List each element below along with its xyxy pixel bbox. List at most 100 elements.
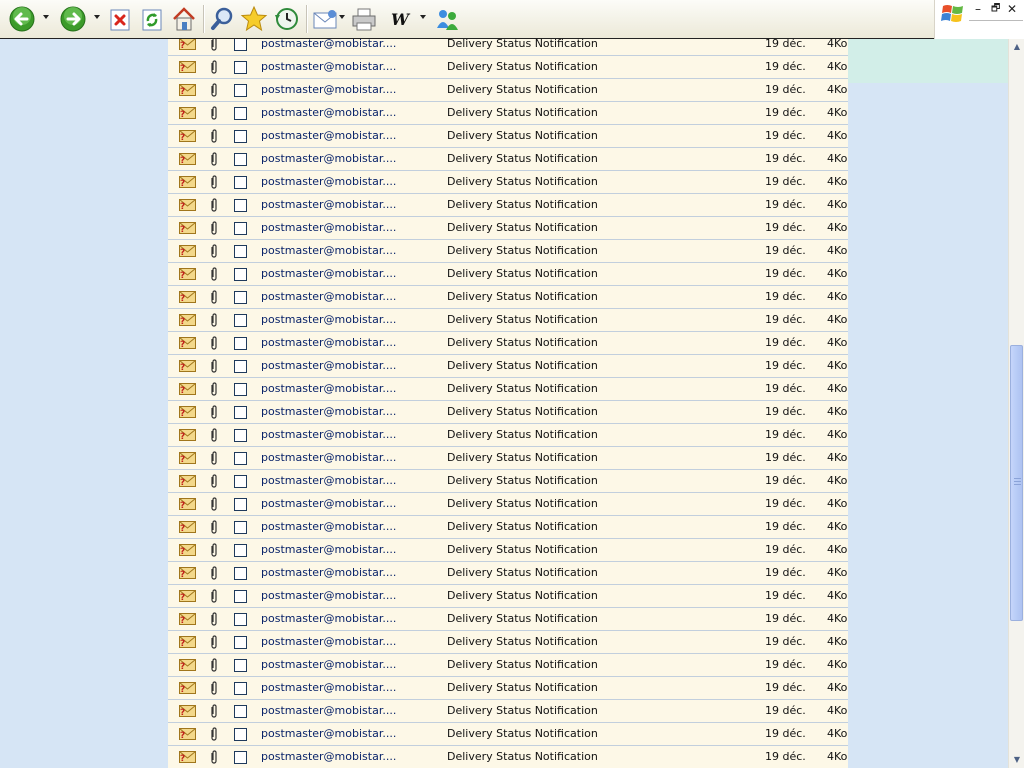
sender-link[interactable]: postmaster@mobistar.... [261,424,396,446]
favorites-button[interactable] [240,4,268,34]
stop-button[interactable] [108,4,132,34]
select-checkbox[interactable] [234,613,247,626]
back-button[interactable] [8,4,36,34]
restore-button[interactable]: 🗗 [991,2,1000,16]
sender-link[interactable]: postmaster@mobistar.... [261,447,396,469]
sender-link[interactable]: postmaster@mobistar.... [261,332,396,354]
message-row[interactable]: ? postmaster@mobistar.... Delivery Status … [168,654,848,677]
scrollbar-thumb[interactable] [1010,345,1023,621]
subject-link[interactable]: Delivery Status Notification [447,608,598,630]
sender-link[interactable]: postmaster@mobistar.... [261,746,396,768]
message-row[interactable]: ? postmaster@mobistar.... Delivery Status … [168,562,848,585]
message-row[interactable]: ? postmaster@mobistar.... Delivery Status … [168,424,848,447]
subject-link[interactable]: Delivery Status Notification [447,746,598,768]
message-row[interactable]: ? postmaster@mobistar.... Delivery Status … [168,148,848,171]
select-checkbox[interactable] [234,544,247,557]
select-checkbox[interactable] [234,61,247,74]
subject-link[interactable]: Delivery Status Notification [447,700,598,722]
subject-link[interactable]: Delivery Status Notification [447,171,598,193]
messenger-button[interactable] [433,4,461,34]
message-row[interactable]: ? postmaster@mobistar.... Delivery Status … [168,332,848,355]
select-checkbox[interactable] [234,268,247,281]
message-row[interactable]: ? postmaster@mobistar.... Delivery Status … [168,309,848,332]
mail-dropdown-icon[interactable] [339,15,345,19]
message-row[interactable]: ? postmaster@mobistar.... Delivery Status … [168,125,848,148]
sender-link[interactable]: postmaster@mobistar.... [261,355,396,377]
mail-button[interactable] [311,4,339,34]
select-checkbox[interactable] [234,498,247,511]
history-button[interactable] [272,4,300,34]
subject-link[interactable]: Delivery Status Notification [447,332,598,354]
subject-link[interactable]: Delivery Status Notification [447,263,598,285]
sender-link[interactable]: postmaster@mobistar.... [261,631,396,653]
subject-link[interactable]: Delivery Status Notification [447,355,598,377]
vertical-scrollbar[interactable]: ▲ ▼ [1008,39,1024,768]
select-checkbox[interactable] [234,705,247,718]
select-checkbox[interactable] [234,245,247,258]
select-checkbox[interactable] [234,107,247,120]
sender-link[interactable]: postmaster@mobistar.... [261,194,396,216]
subject-link[interactable]: Delivery Status Notification [447,447,598,469]
message-row[interactable]: ? postmaster@mobistar.... Delivery Status … [168,539,848,562]
back-dropdown-icon[interactable] [43,15,49,19]
select-checkbox[interactable] [234,429,247,442]
sender-link[interactable]: postmaster@mobistar.... [261,608,396,630]
subject-link[interactable]: Delivery Status Notification [447,79,598,101]
select-checkbox[interactable] [234,521,247,534]
subject-link[interactable]: Delivery Status Notification [447,654,598,676]
minimize-button[interactable]: – [975,2,981,16]
sender-link[interactable]: postmaster@mobistar.... [261,539,396,561]
subject-link[interactable]: Delivery Status Notification [447,102,598,124]
message-row[interactable]: ? postmaster@mobistar.... Delivery Status … [168,585,848,608]
subject-link[interactable]: Delivery Status Notification [447,286,598,308]
message-row[interactable]: ? postmaster@mobistar.... Delivery Status … [168,677,848,700]
edit-dropdown-icon[interactable] [420,15,426,19]
message-row[interactable]: ? postmaster@mobistar.... Delivery Status … [168,608,848,631]
select-checkbox[interactable] [234,751,247,764]
sender-link[interactable]: postmaster@mobistar.... [261,700,396,722]
subject-link[interactable]: Delivery Status Notification [447,631,598,653]
subject-link[interactable]: Delivery Status Notification [447,585,598,607]
message-row[interactable]: ? postmaster@mobistar.... Delivery Status … [168,631,848,654]
message-row[interactable]: ? postmaster@mobistar.... Delivery Status … [168,217,848,240]
message-row[interactable]: ? postmaster@mobistar.... Delivery Status … [168,171,848,194]
select-checkbox[interactable] [234,176,247,189]
message-row[interactable]: ? postmaster@mobistar.... Delivery Status … [168,102,848,125]
sender-link[interactable]: postmaster@mobistar.... [261,654,396,676]
message-row[interactable]: ? postmaster@mobistar.... Delivery Status … [168,470,848,493]
select-checkbox[interactable] [234,475,247,488]
message-row[interactable]: ? postmaster@mobistar.... Delivery Status … [168,56,848,79]
scroll-down-button[interactable]: ▼ [1009,752,1024,768]
select-checkbox[interactable] [234,314,247,327]
subject-link[interactable]: Delivery Status Notification [447,125,598,147]
select-checkbox[interactable] [234,337,247,350]
subject-link[interactable]: Delivery Status Notification [447,309,598,331]
message-row[interactable]: ? postmaster@mobistar.... Delivery Status … [168,447,848,470]
print-button[interactable] [350,4,378,34]
message-row[interactable]: ? postmaster@mobistar.... Delivery Status … [168,39,848,56]
close-button[interactable]: ✕ [1007,2,1017,16]
select-checkbox[interactable] [234,39,247,51]
message-row[interactable]: ? postmaster@mobistar.... Delivery Status … [168,79,848,102]
message-row[interactable]: ? postmaster@mobistar.... Delivery Status … [168,493,848,516]
sender-link[interactable]: postmaster@mobistar.... [261,79,396,101]
message-row[interactable]: ? postmaster@mobistar.... Delivery Status … [168,700,848,723]
sender-link[interactable]: postmaster@mobistar.... [261,378,396,400]
sender-link[interactable]: postmaster@mobistar.... [261,102,396,124]
select-checkbox[interactable] [234,84,247,97]
sender-link[interactable]: postmaster@mobistar.... [261,562,396,584]
subject-link[interactable]: Delivery Status Notification [447,194,598,216]
select-checkbox[interactable] [234,360,247,373]
subject-link[interactable]: Delivery Status Notification [447,240,598,262]
sender-link[interactable]: postmaster@mobistar.... [261,723,396,745]
subject-link[interactable]: Delivery Status Notification [447,677,598,699]
subject-link[interactable]: Delivery Status Notification [447,470,598,492]
select-checkbox[interactable] [234,682,247,695]
message-row[interactable]: ? postmaster@mobistar.... Delivery Status … [168,378,848,401]
subject-link[interactable]: Delivery Status Notification [447,723,598,745]
select-checkbox[interactable] [234,291,247,304]
sender-link[interactable]: postmaster@mobistar.... [261,677,396,699]
sender-link[interactable]: postmaster@mobistar.... [261,470,396,492]
sender-link[interactable]: postmaster@mobistar.... [261,401,396,423]
home-button[interactable] [170,4,198,34]
